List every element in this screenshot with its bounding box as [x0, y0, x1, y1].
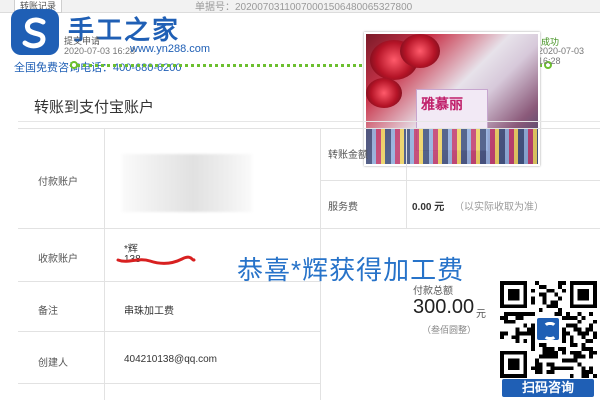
total-unit: 元 — [476, 309, 486, 320]
total-amount-words: （叁佰圆整） — [422, 325, 477, 335]
creator-value: 404210138@qq.com — [124, 354, 217, 365]
table-divider — [320, 180, 600, 181]
order-number: 单据号：20200703110070001506480065327800 — [195, 2, 413, 13]
service-fee-label: 服务费 — [328, 202, 358, 213]
step-apply-date: 2020-07-03 16:28 — [64, 46, 136, 56]
remark-value: 串珠加工费 — [124, 306, 174, 317]
red-redaction-mark — [116, 255, 196, 265]
section-divider — [18, 121, 600, 122]
table-divider — [406, 128, 407, 228]
brand-name: 雅慕丽 — [421, 97, 463, 113]
watermark-url: www.yn288.com — [130, 43, 211, 55]
service-fee-note: （以实际收取为准） — [454, 202, 544, 213]
payee-name: *辉 — [124, 244, 138, 255]
step-success-date: 2020-07-03 16:28 — [538, 46, 585, 66]
watermark-phone: 全国免费咨询电话：400-680-6200 — [14, 62, 182, 74]
scan-consult-button[interactable]: 扫码咨询 — [502, 379, 594, 397]
section-title: 转账到支付宝账户 — [34, 99, 155, 116]
total-label: 付款总额 — [413, 286, 453, 297]
total-amount: 300.00 — [413, 296, 475, 318]
table-border-top — [18, 128, 600, 129]
qr-consult-panel: 扫码咨询 — [497, 278, 600, 400]
service-fee-value: 0.00 元 — [412, 202, 445, 213]
table-divider — [18, 331, 320, 332]
qr-center-logo-icon — [535, 316, 561, 342]
payer-label: 付款账户 — [38, 177, 78, 188]
rose-decoration — [366, 78, 402, 108]
table-divider — [18, 228, 600, 229]
creator-label: 创建人 — [38, 358, 68, 369]
rose-decoration — [400, 34, 440, 68]
progress-dot-start — [70, 61, 78, 69]
amount-label: 转账金额 — [328, 150, 368, 161]
payee-label: 收款账户 — [38, 254, 78, 265]
transfer-detail-page: 转账记录 单据号：2020070311007000150648006532780… — [0, 0, 600, 400]
handcraft-home-logo-icon — [11, 9, 59, 55]
remark-label: 备注 — [38, 306, 58, 317]
table-divider — [18, 383, 320, 384]
payer-account-blurred — [122, 154, 252, 212]
table-divider — [104, 128, 105, 400]
